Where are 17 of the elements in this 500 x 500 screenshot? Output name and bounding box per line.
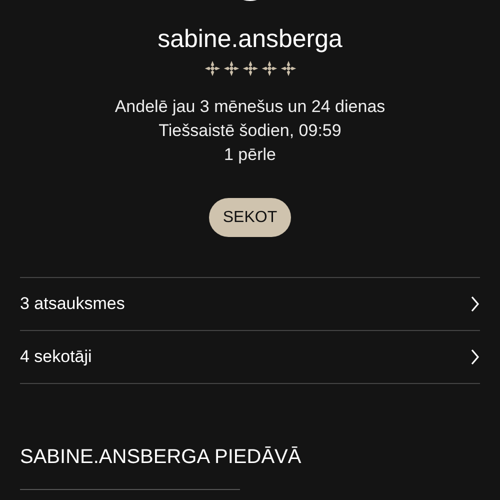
pearl-star-icon [222, 60, 240, 77]
list-row[interactable]: 4 sekotāji [20, 331, 480, 384]
pearl-star-icon [242, 60, 258, 77]
pearl-star-icon [260, 60, 278, 77]
follow-button[interactable]: SEKOT [208, 198, 292, 237]
chevron-right-icon [470, 349, 480, 365]
profile-detail: Andelē jau 3 mēnešus un 24 dienas [114, 96, 386, 118]
row-label: 3 atsauksmes [20, 294, 125, 314]
section-heading: SABINE.ANSBERGA PIEDĀVĀ [20, 446, 302, 469]
profile-detail: 1 pērle [224, 144, 276, 166]
chevron-right-icon [470, 296, 480, 312]
pearl-star-icon [204, 60, 220, 77]
list-row[interactable]: 3 atsauksmes [20, 278, 480, 331]
row-label: 4 sekotāji [20, 347, 92, 367]
profile-detail: Tiešsaistē šodien, 09:59 [158, 120, 342, 142]
username: sabine.ansberga [158, 25, 342, 54]
pearl-star-icon [280, 60, 296, 77]
